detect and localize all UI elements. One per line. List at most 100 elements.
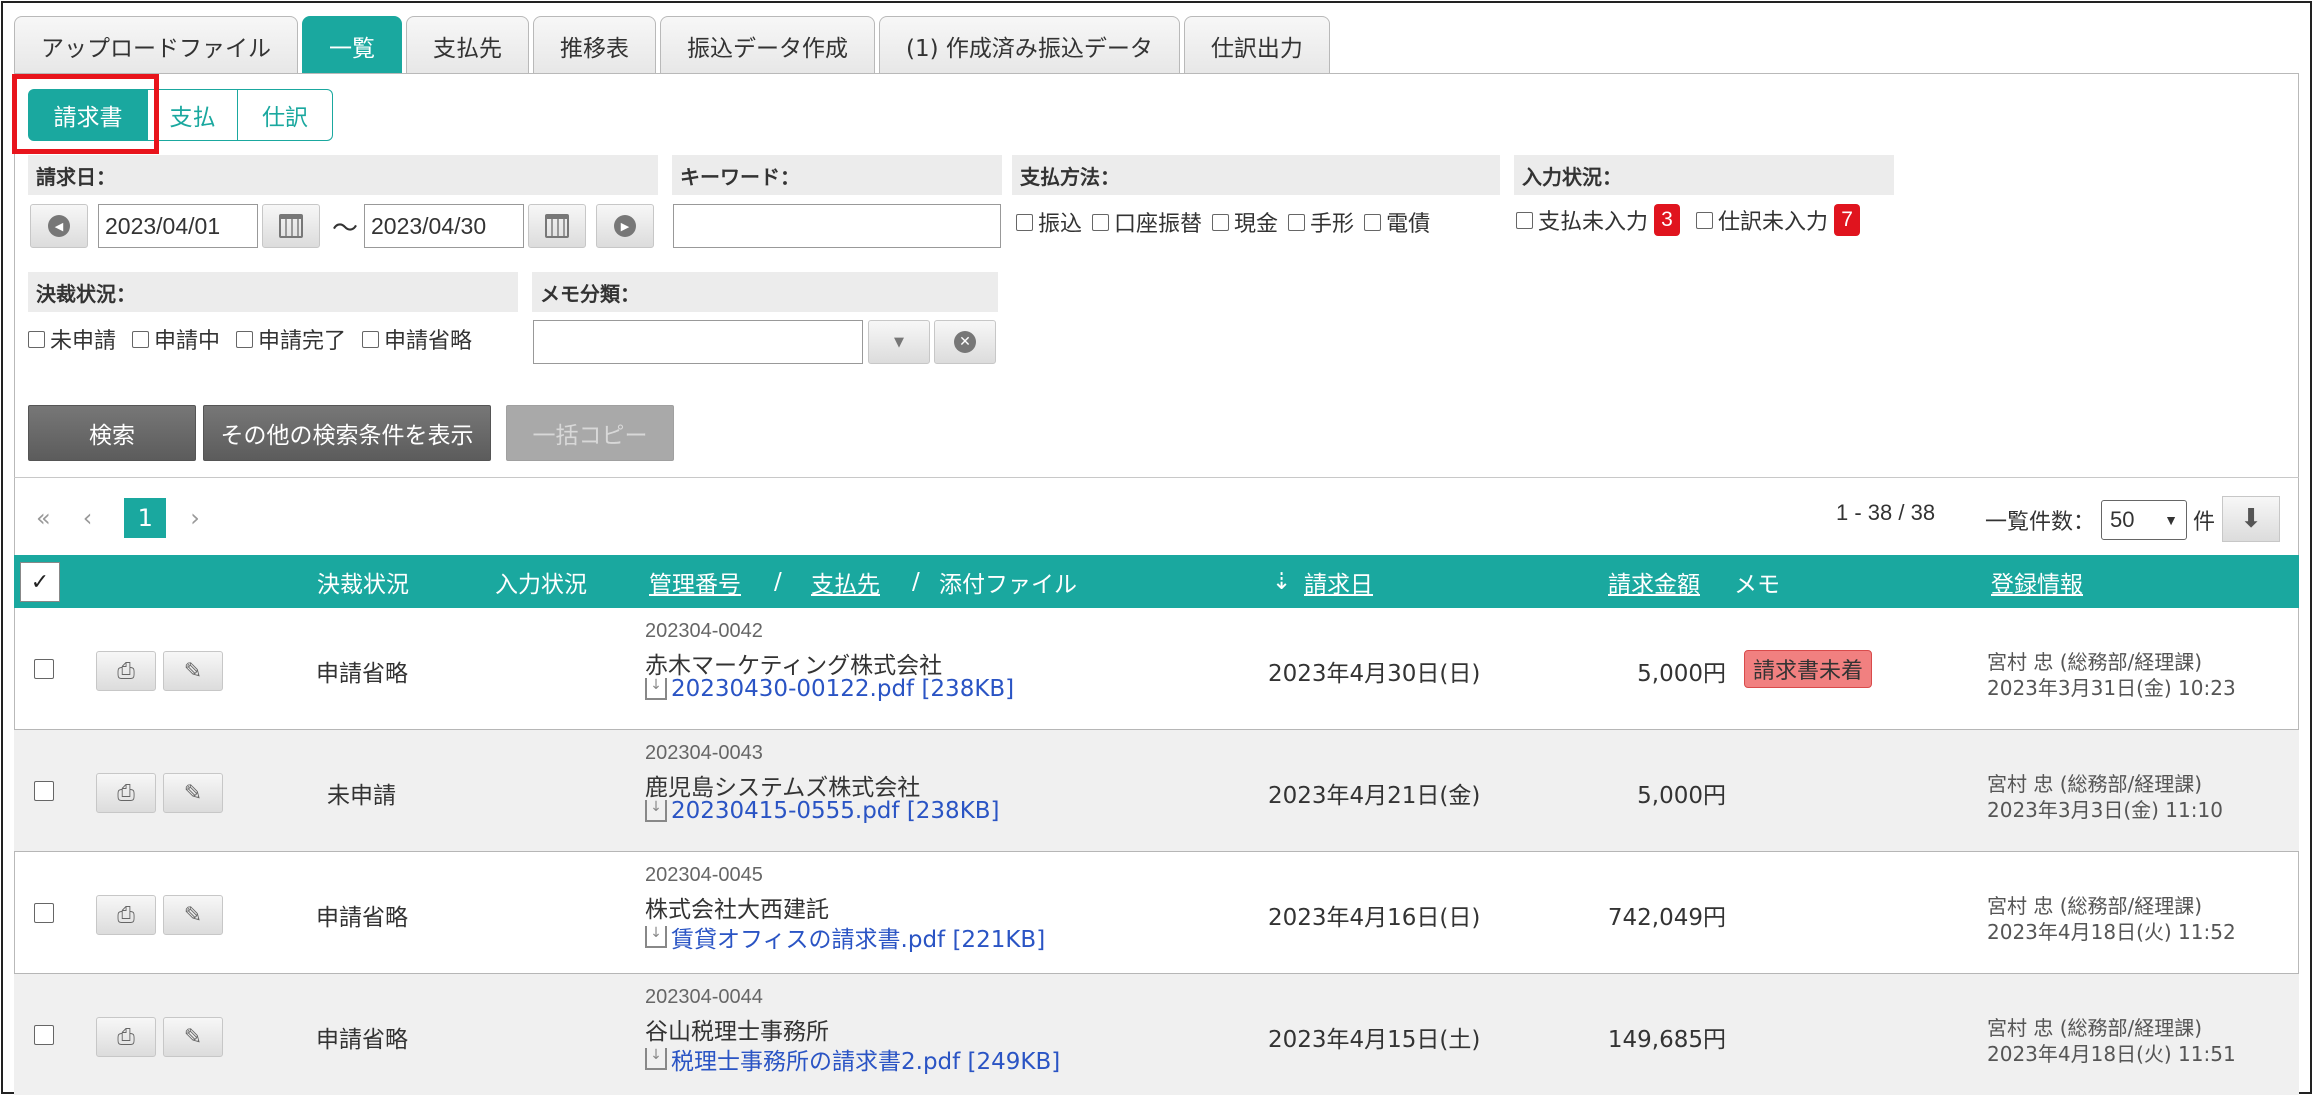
- registered-at: 2023年3月31日(金) 10:23: [1987, 676, 2236, 700]
- attachment-link[interactable]: ↓ 20230430-00122.pdf [238KB]: [645, 676, 1014, 702]
- pay-method-options: 振込 口座振替 現金 手形 電債: [1016, 206, 1430, 238]
- bulk-copy-button[interactable]: 一括コピー: [506, 405, 674, 461]
- subtab-payment[interactable]: 支払: [148, 89, 238, 141]
- registered-by: 宮村 忠 (総務部/経理課): [1987, 772, 2203, 796]
- attachment-link[interactable]: ↓ 20230415-0555.pdf [238KB]: [645, 798, 1000, 824]
- approval-omitted-label: 申請省略: [384, 329, 473, 354]
- table-header: ✓ 決裁状況 入力状況 管理番号 / 支払先 / 添付ファイル ⇣ 請求日 請求…: [14, 555, 2299, 608]
- download-icon: ↓: [645, 1048, 667, 1070]
- col-input-status: 入力状況: [495, 571, 587, 598]
- registered-by: 宮村 忠 (総務部/経理課): [1987, 894, 2203, 918]
- download-button[interactable]: ⬇: [2222, 496, 2280, 542]
- prev-page-button[interactable]: ‹: [83, 504, 93, 532]
- registered-by: 宮村 忠 (総務部/経理課): [1987, 1016, 2203, 1040]
- payment-unentered-label: 支払未入力: [1538, 210, 1649, 235]
- memo-category-select[interactable]: [533, 320, 863, 364]
- row-checkbox[interactable]: [34, 659, 54, 679]
- page-1-button[interactable]: 1: [124, 498, 167, 538]
- select-all-checkbox[interactable]: ✓: [20, 562, 60, 602]
- attachment-filename[interactable]: 賃貸オフィスの請求書.pdf [221KB]: [671, 920, 1045, 954]
- journal-button[interactable]: ⎙: [96, 895, 156, 935]
- memo-dropdown-button[interactable]: ▼: [868, 320, 930, 364]
- pay-cash-label: 現金: [1234, 212, 1279, 237]
- pencil-icon: ✎: [183, 902, 203, 928]
- more-conditions-button[interactable]: その他の検索条件を表示: [203, 405, 491, 461]
- tab-trend[interactable]: 推移表: [533, 16, 656, 74]
- attachment-link[interactable]: ↓ 賃貸オフィスの請求書.pdf [221KB]: [645, 920, 1045, 954]
- pay-debit-checkbox[interactable]: [1092, 213, 1110, 231]
- per-page-label: 一覧件数：: [1985, 510, 2096, 535]
- edit-button[interactable]: ✎: [163, 773, 223, 813]
- edit-button[interactable]: ✎: [163, 895, 223, 935]
- search-button[interactable]: 検索: [28, 405, 196, 461]
- attachment-filename[interactable]: 20230430-00122.pdf [238KB]: [671, 676, 1014, 702]
- date-to-input[interactable]: 2023/04/30: [364, 204, 524, 248]
- col-vendor-sort[interactable]: 支払先: [811, 555, 880, 608]
- table-row: ⎙ ✎ 申請省略 202304-0045 株式会社大西建託 ↓ 賃貸オフィスの請求…: [14, 852, 2299, 974]
- approval-omitted-checkbox[interactable]: [362, 330, 380, 348]
- tab-transfer-create[interactable]: 振込データ作成: [660, 16, 875, 74]
- tab-upload-files[interactable]: アップロードファイル: [14, 16, 298, 74]
- mgmt-number: 202304-0043: [645, 742, 763, 764]
- col-attachment: 添付ファイル: [939, 571, 1077, 598]
- approval-applying-checkbox[interactable]: [132, 330, 150, 348]
- tab-payees[interactable]: 支払先: [406, 16, 529, 74]
- edit-button[interactable]: ✎: [163, 1017, 223, 1057]
- first-page-button[interactable]: «: [36, 504, 51, 532]
- approval-unapplied-checkbox[interactable]: [28, 330, 45, 348]
- subtab-journal[interactable]: 仕訳: [238, 89, 333, 141]
- keyword-input[interactable]: [673, 204, 1001, 248]
- col-amount-sort[interactable]: 請求金額: [1608, 555, 1700, 608]
- pay-method-label: 支払方法：: [1012, 155, 1500, 195]
- table-row: ⎙ ✎ 申請省略 202304-0042 赤木マーケティング株式会社 ↓ 2023…: [14, 608, 2299, 730]
- attachment-filename[interactable]: 税理士事務所の請求書2.pdf [249KB]: [671, 1042, 1060, 1076]
- date-to-calendar-button[interactable]: [528, 204, 586, 248]
- pay-bill-checkbox[interactable]: [1288, 213, 1306, 231]
- next-page-button[interactable]: ›: [190, 504, 200, 532]
- journal-icon: ⎙: [117, 658, 135, 684]
- date-prev-button[interactable]: ◀: [30, 204, 88, 248]
- memo-clear-button[interactable]: ✕: [934, 320, 996, 364]
- approval-applying-label: 申請中: [154, 329, 221, 354]
- journal-button[interactable]: ⎙: [96, 1017, 156, 1057]
- edit-button[interactable]: ✎: [163, 651, 223, 691]
- tab-journal-export[interactable]: 仕訳出力: [1183, 16, 1330, 74]
- mgmt-number: 202304-0045: [645, 864, 763, 886]
- attachment-filename[interactable]: 20230415-0555.pdf [238KB]: [671, 798, 1000, 824]
- col-mgmt-number-sort[interactable]: 管理番号: [649, 555, 741, 608]
- tab-list[interactable]: 一覧: [302, 16, 402, 74]
- pay-cash-checkbox[interactable]: [1212, 213, 1230, 231]
- col-registration-sort[interactable]: 登録情報: [1991, 555, 2083, 608]
- journal-button[interactable]: ⎙: [96, 773, 156, 813]
- row-checkbox[interactable]: [34, 1025, 54, 1045]
- pay-transfer-checkbox[interactable]: [1016, 213, 1033, 231]
- journal-unentered-count-badge: 7: [1834, 204, 1861, 236]
- pencil-icon: ✎: [183, 658, 203, 684]
- calendar-icon: [279, 214, 303, 238]
- date-from-input[interactable]: 2023/04/01: [98, 204, 258, 248]
- approval-status: 申請省略: [316, 1027, 408, 1053]
- pay-ebond-checkbox[interactable]: [1364, 213, 1382, 231]
- journal-unentered-checkbox[interactable]: [1696, 211, 1714, 229]
- approval-complete-checkbox[interactable]: [236, 330, 254, 348]
- col-invoice-date-sort[interactable]: 請求日: [1304, 555, 1373, 608]
- download-icon: ↓: [645, 926, 667, 948]
- chevron-down-icon: ▼: [894, 334, 904, 350]
- keyword-label: キーワード：: [672, 155, 1002, 195]
- row-checkbox[interactable]: [34, 903, 54, 923]
- journal-button[interactable]: ⎙: [96, 651, 156, 691]
- registered-at: 2023年4月18日(火) 11:51: [1987, 1042, 2236, 1066]
- payment-unentered-checkbox[interactable]: [1516, 211, 1533, 229]
- date-next-button[interactable]: ▶: [596, 204, 654, 248]
- memo-category-label: メモ分類：: [532, 272, 998, 312]
- row-checkbox[interactable]: [34, 781, 54, 801]
- tab-created-transfers[interactable]: (1) 作成済み振込データ: [879, 16, 1180, 74]
- main-tabs: アップロードファイル 一覧 支払先 推移表 振込データ作成 (1) 作成済み振込…: [14, 16, 1334, 74]
- journal-icon: ⎙: [117, 780, 135, 806]
- journal-unentered-label: 仕訳未入力: [1718, 210, 1829, 235]
- date-from-calendar-button[interactable]: [262, 204, 320, 248]
- attachment-link[interactable]: ↓ 税理士事務所の請求書2.pdf [249KB]: [645, 1042, 1060, 1076]
- invoice-amount: 5,000円: [1637, 783, 1726, 809]
- per-page-select[interactable]: 50 ▼: [2101, 500, 2188, 540]
- registered-at: 2023年3月3日(金) 11:10: [1987, 798, 2223, 822]
